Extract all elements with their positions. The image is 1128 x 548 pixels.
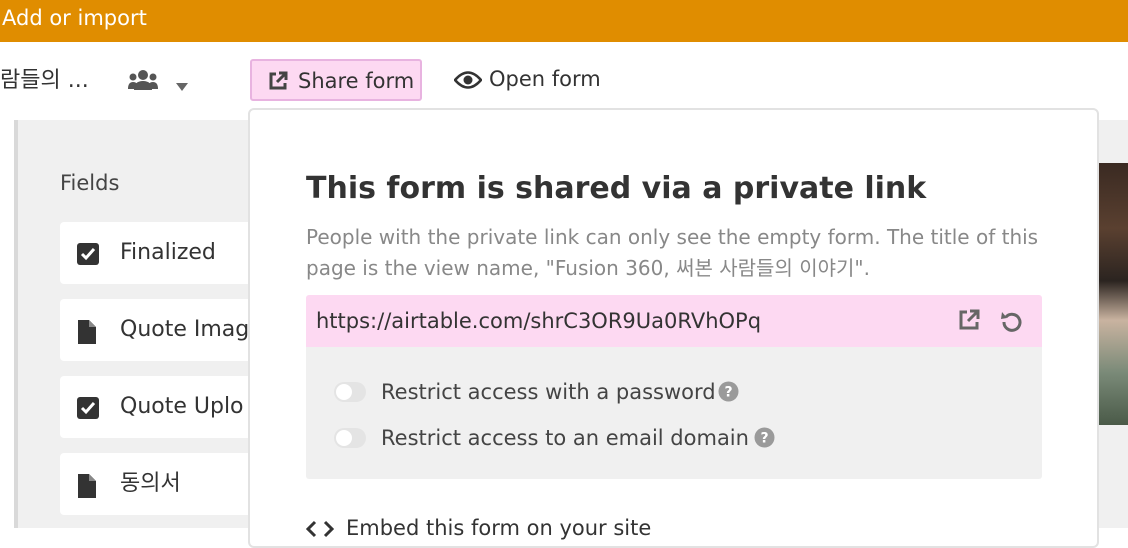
chevron-down-icon[interactable] bbox=[176, 76, 188, 95]
field-label: Finalized bbox=[120, 240, 216, 265]
checkbox-icon bbox=[76, 242, 100, 270]
share-form-popover: This form is shared via a private link P… bbox=[248, 108, 1099, 548]
open-form-label: Open form bbox=[489, 67, 601, 91]
password-option-label: Restrict access with a password bbox=[381, 380, 716, 404]
password-toggle[interactable] bbox=[334, 382, 366, 402]
view-name[interactable]: 람들의 ... bbox=[0, 66, 89, 96]
toggle-knob bbox=[336, 384, 352, 400]
share-form-label: Share form bbox=[298, 69, 415, 93]
help-icon[interactable]: ? bbox=[754, 427, 775, 452]
users-icon[interactable] bbox=[128, 69, 158, 95]
popover-title: This form is shared via a private link bbox=[306, 171, 927, 206]
checkbox-icon bbox=[76, 396, 100, 424]
share-link-url[interactable]: https://airtable.com/shrC3OR9Ua0RVhOPq bbox=[316, 307, 761, 335]
open-form-button[interactable]: Open form bbox=[452, 59, 612, 101]
top-bar: Add or import bbox=[0, 0, 1128, 42]
svg-text:?: ? bbox=[724, 385, 732, 401]
file-icon bbox=[76, 473, 98, 503]
field-label: Quote Imag bbox=[120, 317, 250, 342]
popover-description: People with the private link can only se… bbox=[306, 225, 1039, 280]
regenerate-link-icon[interactable] bbox=[1000, 309, 1024, 337]
help-icon[interactable]: ? bbox=[718, 381, 739, 406]
share-link-box: https://airtable.com/shrC3OR9Ua0RVhOPq bbox=[306, 295, 1042, 347]
fields-heading: Fields bbox=[60, 171, 120, 195]
embed-form-label: Embed this form on your site bbox=[346, 516, 652, 540]
file-icon bbox=[76, 319, 98, 349]
svg-text:?: ? bbox=[760, 431, 768, 447]
cover-image bbox=[1098, 163, 1128, 425]
email-domain-option-label: Restrict access to an email domain bbox=[381, 426, 749, 450]
access-options: Restrict access with a password ? Restri… bbox=[306, 347, 1042, 479]
toggle-knob bbox=[336, 430, 352, 446]
share-icon bbox=[268, 71, 288, 95]
share-form-button[interactable]: Share form bbox=[250, 59, 422, 101]
add-or-import-button[interactable]: Add or import bbox=[2, 5, 147, 31]
field-label: 동의서 bbox=[120, 471, 181, 496]
open-link-icon[interactable] bbox=[958, 309, 980, 335]
eye-icon bbox=[453, 71, 483, 93]
code-icon bbox=[305, 520, 335, 542]
email-domain-toggle[interactable] bbox=[334, 428, 366, 448]
field-label: Quote Uplo bbox=[120, 394, 244, 419]
